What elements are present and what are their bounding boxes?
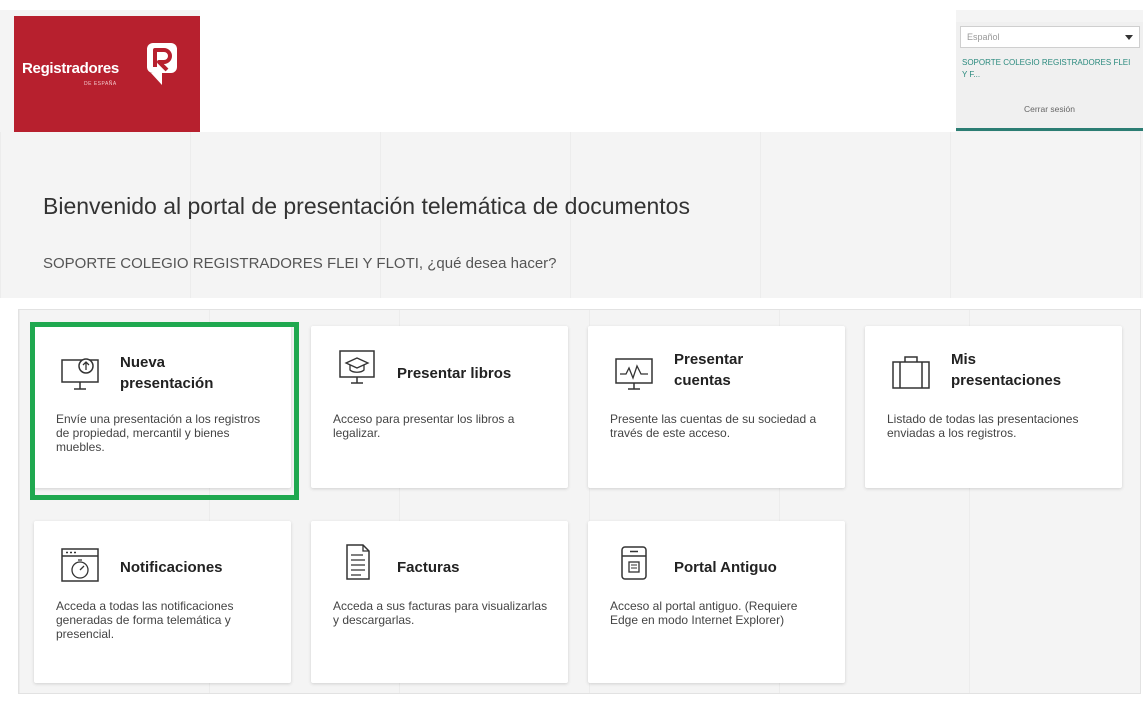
card-title-line1: Portal Antiguo	[674, 559, 777, 576]
card-title-line1: Mis	[951, 351, 977, 368]
user-name: SOPORTE COLEGIO REGISTRADORES FLEI Y F..…	[962, 58, 1131, 79]
card-presentar-libros[interactable]: Presentar libros Acceso para presentar l…	[311, 326, 568, 488]
user-panel: Español SOPORTE COLEGIO REGISTRADORES FL…	[956, 22, 1143, 132]
card-description: Acceda a todas las notificaciones genera…	[56, 599, 234, 641]
header-bar	[200, 10, 956, 132]
archive-icon	[621, 546, 647, 580]
card-title-line1: Presentar libros	[397, 365, 512, 382]
card-presentar-cuentas[interactable]: Presentar cuentas Presente las cuentas d…	[588, 326, 845, 488]
document-icon	[346, 544, 370, 580]
card-title-line2: cuentas	[674, 372, 731, 389]
card-description: Listado de todas las presentaciones envi…	[887, 412, 1079, 440]
card-title-line1: Notificaciones	[120, 559, 223, 576]
card-mis-presentaciones[interactable]: Mis presentaciones Listado de todas las …	[865, 326, 1122, 488]
card-notificaciones[interactable]: Notificaciones Acceda a todas las notifi…	[34, 521, 291, 683]
card-description: Acceda a sus facturas para visualizarlas…	[333, 599, 548, 627]
language-select[interactable]: Español	[960, 26, 1140, 48]
monitor-chart-icon	[615, 358, 653, 390]
card-title-line1: Presentar	[674, 351, 744, 368]
logout-link[interactable]: Cerrar sesión	[956, 104, 1143, 114]
registradores-r-icon	[147, 43, 177, 85]
window-timer-icon	[61, 548, 99, 582]
logo-text: Registradores	[22, 60, 119, 77]
card-description: Presente las cuentas de su sociedad a tr…	[610, 412, 817, 440]
card-description: Acceso al portal antiguo. (Requiere Edge…	[610, 599, 798, 627]
panel-underline	[956, 128, 1143, 131]
monitor-graduation-icon	[339, 350, 375, 384]
card-description: Acceso para presentar los libros a legal…	[333, 412, 515, 440]
logo-subtext: DE ESPAÑA	[84, 81, 117, 87]
welcome-question: SOPORTE COLEGIO REGISTRADORES FLEI Y FLO…	[43, 255, 557, 272]
card-facturas[interactable]: Facturas Acceda a sus facturas para visu…	[311, 521, 568, 683]
card-title-line1: Facturas	[397, 559, 460, 576]
briefcase-icon	[892, 356, 930, 389]
chevron-down-icon	[1125, 35, 1133, 40]
card-portal-antiguo[interactable]: Portal Antiguo Acceso al portal antiguo.…	[588, 521, 845, 683]
language-value: Español	[967, 32, 1000, 42]
card-title-line2: presentaciones	[951, 372, 1062, 389]
highlight-box	[30, 322, 299, 500]
registradores-logo[interactable]: Registradores DE ESPAÑA	[14, 16, 200, 132]
page-title: Bienvenido al portal de presentación tel…	[43, 193, 690, 219]
